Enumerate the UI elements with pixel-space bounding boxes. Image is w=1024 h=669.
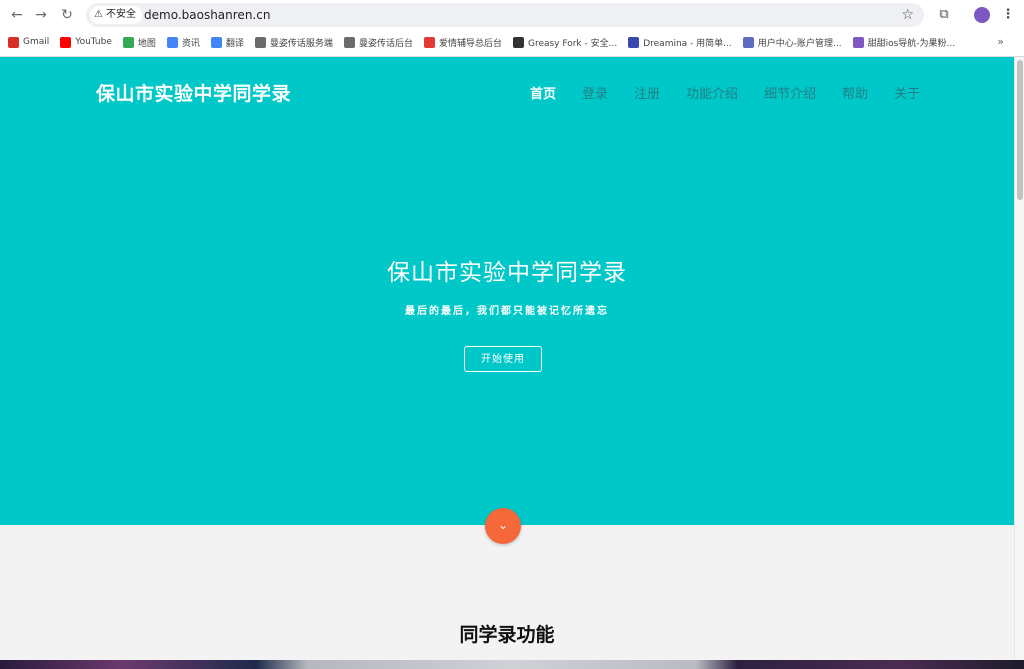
bookmark-label: 曼姿传话服务端 [269,38,333,49]
bookmark-item[interactable]: Gmail [8,32,49,52]
page-scrollbar[interactable] [1014,57,1024,669]
security-label: 不安全 [105,9,136,20]
nav-link[interactable]: 功能介绍 [686,83,738,102]
bookmark-star-icon[interactable]: ☆ [901,3,914,27]
bookmark-label: Gmail [23,37,50,47]
bookmark-label: 曼姿传话后台 [358,38,413,49]
bookmark-item[interactable]: 翻译 [210,32,244,52]
forward-arrow-icon[interactable]: → [31,5,51,25]
nav-link[interactable]: 帮助 [842,83,868,102]
extensions-puzzle-icon[interactable]: ⧉ [934,5,954,25]
bookmark-label: 甜甜ios导航-为果粉... [867,38,956,49]
bookmark-favicon-icon [628,36,640,48]
bookmark-label: 地图 [137,38,156,49]
bookmark-favicon-icon [423,36,435,48]
nav-link[interactable]: 首页 [530,83,556,102]
hero-section: 保山市实验中学同学录 首页 登录 注册 功能介绍 细节介绍 帮助 关于 保山市实验中学同学录… [0,57,1014,525]
bookmarks-bar: Gmail YouTube 地图 资讯 翻译 曼姿传话服务端 曼姿传话后台 爱情辅导总后台 Gr… [0,32,1024,52]
warning-triangle-icon: ⚠ [94,9,103,20]
hero-subtitle: 最后的最后，我们都只能被记忆所遗忘 [405,306,609,317]
bookmark-label: Greasy Fork - 安全... [527,38,618,49]
desktop-dock-strip [0,660,1024,669]
bookmarks-overflow-icon[interactable]: » [997,32,1004,52]
bookmark-item[interactable]: 甜甜ios导航-为果粉... [852,32,956,52]
security-chip[interactable]: ⚠ 不安全 [90,6,142,24]
more-menu-icon[interactable]: ⋮ [998,5,1018,25]
bookmark-favicon-icon [8,36,19,48]
bookmark-label: 资讯 [181,38,200,49]
bookmark-label: Dreamina - 用简单... [643,38,732,49]
bookmark-item[interactable]: YouTube [60,32,112,52]
scroll-down-button[interactable]: ⌄ [485,508,521,544]
nav-link[interactable]: 注册 [634,83,660,102]
browser-chrome: ← → ↻ ⚠ 不安全 demo.baoshanren.cn ☆ ⧉ ⋮ Gma… [0,0,1024,57]
site-nav: 首页 登录 注册 功能介绍 细节介绍 帮助 关于 [530,83,946,102]
bookmark-label: 爱情辅导总后台 [438,38,502,49]
bookmark-favicon-icon [852,36,864,48]
bookmark-item[interactable]: 曼姿传话后台 [343,32,413,52]
bookmark-favicon-icon [742,36,754,48]
bookmark-item[interactable]: 用户中心-账户管理... [742,32,842,52]
url-text[interactable]: demo.baoshanren.cn [144,3,270,27]
address-bar[interactable]: ⚠ 不安全 demo.baoshanren.cn ☆ [86,3,924,27]
start-button[interactable]: 开始使用 [464,346,542,372]
bookmark-favicon-icon [166,36,178,48]
bookmark-item[interactable]: 地图 [122,32,156,52]
bookmark-favicon-icon [210,36,222,48]
bookmark-item[interactable]: 爱情辅导总后台 [423,32,502,52]
browser-toolbar: ← → ↻ ⚠ 不安全 demo.baoshanren.cn ☆ ⧉ ⋮ [0,0,1024,31]
bookmark-label: 用户中心-账户管理... [757,38,842,49]
profile-avatar[interactable] [974,7,990,23]
scrollbar-thumb[interactable] [1017,60,1023,200]
bookmark-favicon-icon [343,36,355,48]
hero-title: 保山市实验中学同学录 [387,260,627,286]
bookmark-favicon-icon [254,36,266,48]
bookmark-favicon-icon [122,36,134,48]
site-brand[interactable]: 保山市实验中学同学录 [96,79,291,106]
bookmark-item[interactable]: Greasy Fork - 安全... [512,32,618,52]
bookmark-item[interactable]: 曼姿传话服务端 [254,32,333,52]
back-arrow-icon[interactable]: ← [7,5,27,25]
bookmark-item[interactable]: Dreamina - 用简单... [628,32,732,52]
bookmark-item[interactable]: 资讯 [166,32,200,52]
bookmark-favicon-icon [60,36,72,48]
nav-link[interactable]: 登录 [582,83,608,102]
bookmark-label: 翻译 [225,38,244,49]
nav-link[interactable]: 关于 [894,83,920,102]
features-title: 同学录功能 [459,624,555,646]
chevron-down-icon: ⌄ [497,518,509,532]
bookmark-favicon-icon [512,36,524,48]
reload-icon[interactable]: ↻ [57,5,77,25]
nav-link[interactable]: 细节介绍 [764,83,816,102]
bookmark-label: YouTube [75,37,112,47]
